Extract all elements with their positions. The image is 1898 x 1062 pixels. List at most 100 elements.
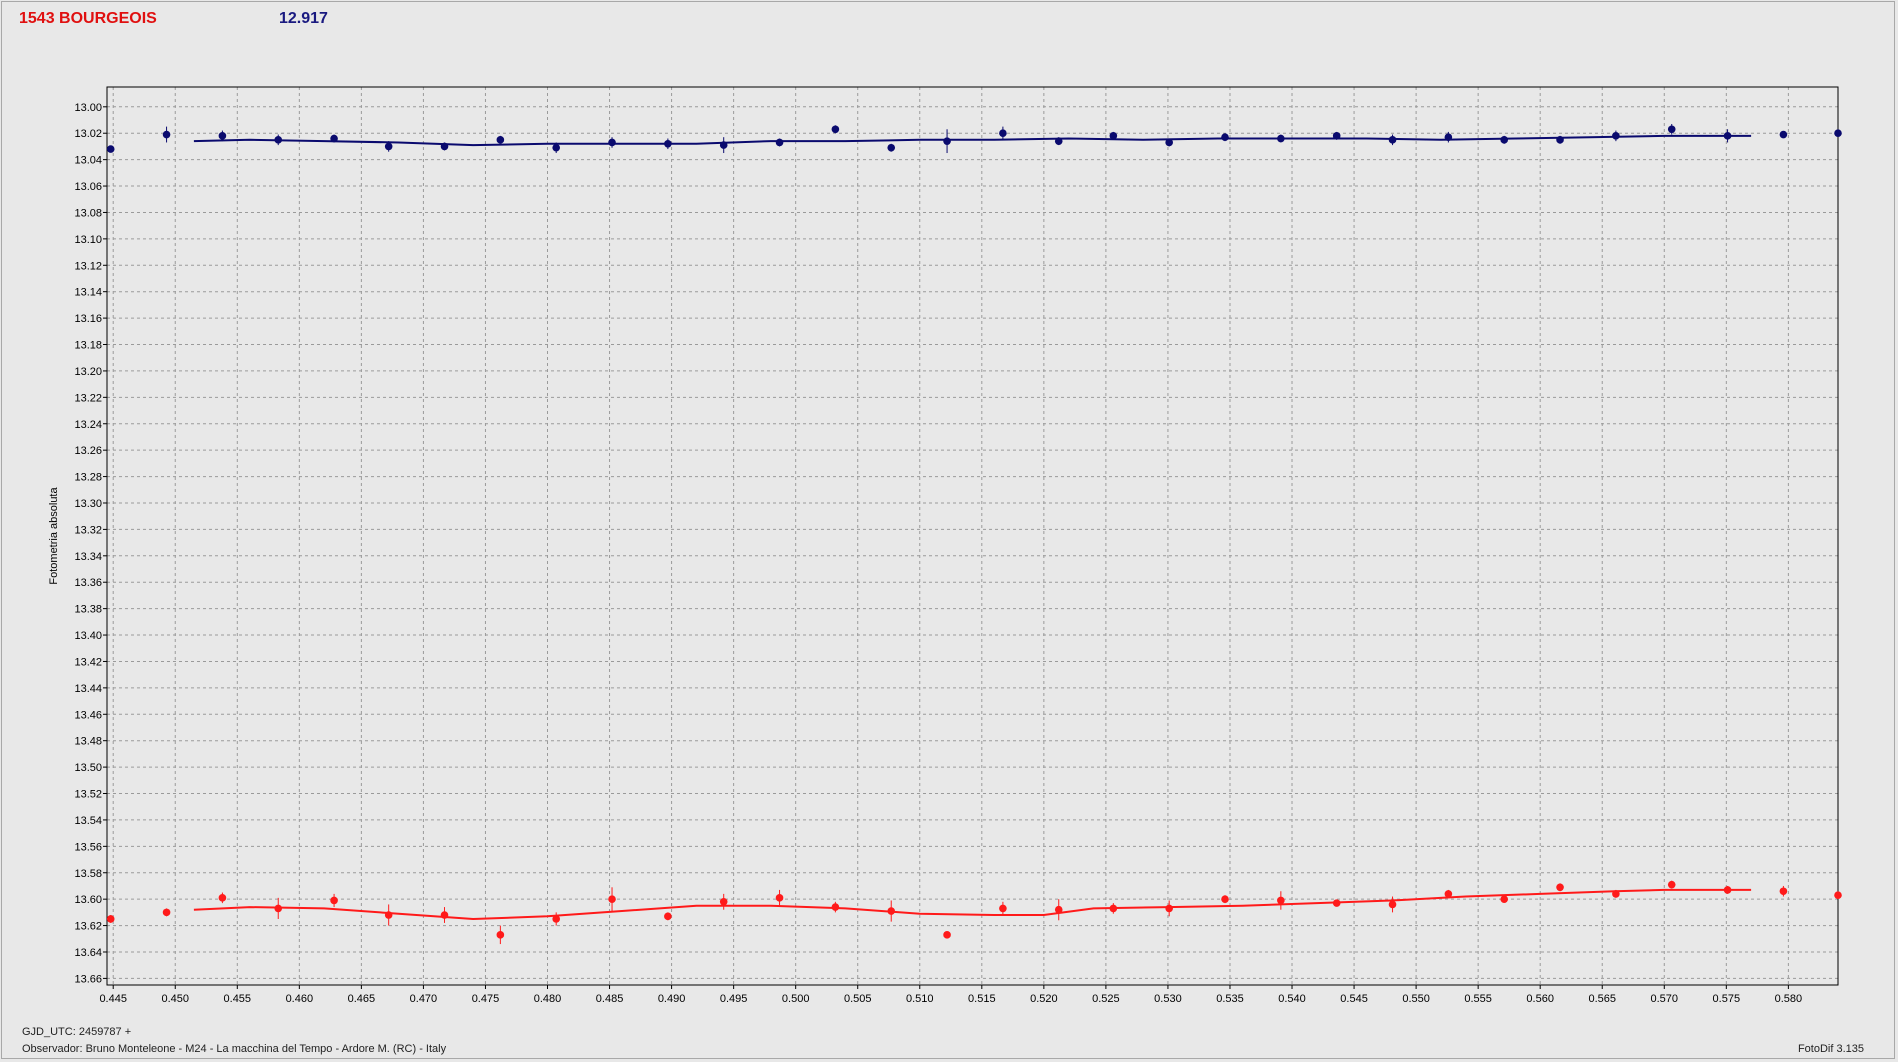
x-tick-label: 0.445	[99, 993, 127, 1005]
data-point-red	[330, 896, 338, 905]
data-point-blue	[1277, 134, 1285, 143]
data-point-red	[1109, 904, 1118, 913]
y-tick-label: 13.56	[74, 841, 102, 853]
x-tick-label: 0.550	[1402, 993, 1430, 1005]
x-tick-label: 0.575	[1713, 993, 1741, 1005]
data-point-red	[664, 912, 672, 921]
y-tick-label: 13.64	[74, 947, 102, 959]
y-tick-label: 13.26	[74, 445, 102, 457]
x-tick-label: 0.505	[844, 993, 872, 1005]
data-point-blue	[218, 132, 227, 140]
x-tick-label: 0.450	[161, 993, 189, 1005]
y-tick-label: 13.22	[74, 392, 102, 404]
x-tick-label: 0.465	[348, 993, 376, 1005]
y-tick-label: 13.38	[74, 604, 102, 616]
data-point-red	[943, 931, 951, 939]
data-point-red	[1332, 899, 1341, 907]
y-tick-label: 13.28	[74, 472, 102, 484]
data-point-blue	[1612, 132, 1620, 140]
y-tick-label: 13.44	[74, 683, 102, 695]
x-tick-label: 0.530	[1154, 993, 1182, 1005]
data-point-blue	[1165, 138, 1173, 147]
x-tick-label: 0.510	[906, 993, 934, 1005]
x-tick-label: 0.555	[1464, 993, 1492, 1005]
x-tick-label: 0.520	[1030, 993, 1058, 1005]
x-tick-label: 0.495	[720, 993, 748, 1005]
data-point-red	[1221, 895, 1229, 903]
x-tick-label: 0.525	[1092, 993, 1120, 1005]
data-point-blue	[1221, 133, 1229, 141]
data-point-blue	[1388, 136, 1397, 144]
x-tick-label: 0.490	[658, 993, 686, 1005]
x-tick-label: 0.565	[1588, 993, 1616, 1005]
y-tick-label: 13.50	[74, 762, 102, 774]
y-tick-label: 13.48	[74, 736, 102, 748]
data-point-red	[999, 904, 1007, 913]
data-point-blue	[106, 145, 115, 153]
data-point-blue	[943, 137, 951, 145]
x-tick-label: 0.475	[472, 993, 500, 1005]
data-point-blue	[664, 139, 672, 148]
y-tick-label: 13.20	[74, 366, 102, 378]
x-tick-label: 0.480	[534, 993, 562, 1005]
x-tick-label: 0.515	[968, 993, 996, 1005]
data-point-red	[775, 894, 784, 902]
data-point-red	[1165, 904, 1173, 913]
data-point-red	[1054, 905, 1063, 914]
data-point-blue	[775, 138, 784, 147]
x-tick-label: 0.535	[1216, 993, 1244, 1005]
x-tick-label: 0.560	[1526, 993, 1554, 1005]
y-tick-label: 13.06	[74, 181, 102, 193]
data-point-red	[384, 911, 393, 919]
data-point-blue	[719, 141, 728, 149]
data-point-blue	[384, 142, 393, 151]
gjd-label: GJD_UTC: 2459787 +	[22, 1026, 132, 1038]
y-tick-label: 13.00	[74, 102, 102, 114]
data-point-red	[608, 895, 616, 903]
y-tick-label: 13.34	[74, 551, 102, 563]
data-point-blue	[1054, 137, 1063, 145]
y-tick-label: 13.04	[74, 155, 102, 167]
y-axis-label: Fotometria absoluta	[48, 487, 60, 585]
data-point-blue	[1500, 136, 1509, 144]
data-point-red	[887, 907, 896, 915]
x-tick-label: 0.545	[1340, 993, 1368, 1005]
data-point-blue	[887, 143, 896, 152]
y-tick-label: 13.12	[74, 260, 102, 272]
x-tick-label: 0.580	[1775, 993, 1803, 1005]
data-point-blue	[1332, 132, 1341, 140]
data-point-blue	[1556, 136, 1564, 144]
data-point-blue	[999, 129, 1007, 138]
y-tick-label: 13.16	[74, 313, 102, 325]
data-point-blue	[1109, 132, 1118, 140]
y-tick-label: 13.30	[74, 498, 102, 510]
data-point-red	[1779, 887, 1788, 896]
x-tick-label: 0.460	[286, 993, 314, 1005]
data-point-blue	[831, 125, 840, 134]
y-tick-label: 13.36	[74, 577, 102, 589]
y-tick-label: 13.08	[74, 207, 102, 219]
data-point-blue	[440, 142, 449, 151]
data-point-red	[552, 915, 560, 923]
y-tick-label: 13.10	[74, 234, 102, 246]
y-tick-label: 13.40	[74, 630, 102, 642]
data-point-red	[106, 915, 115, 923]
data-point-blue	[162, 130, 171, 139]
x-tick-label: 0.570	[1651, 993, 1679, 1005]
x-tick-label: 0.470	[410, 993, 438, 1005]
y-tick-label: 13.18	[74, 340, 102, 352]
x-tick-label: 0.540	[1278, 993, 1306, 1005]
data-point-blue	[274, 136, 283, 144]
data-point-red	[440, 911, 449, 919]
data-point-blue	[608, 138, 616, 147]
y-tick-label: 13.60	[74, 894, 102, 906]
data-point-red	[1556, 883, 1564, 892]
data-point-red	[1723, 886, 1732, 894]
data-point-red	[719, 898, 728, 906]
x-tick-label: 0.500	[782, 993, 810, 1005]
data-point-red	[831, 903, 840, 911]
data-point-red	[1500, 895, 1509, 903]
data-point-blue	[330, 134, 338, 143]
data-point-red	[218, 894, 227, 902]
data-point-blue	[1667, 125, 1676, 134]
